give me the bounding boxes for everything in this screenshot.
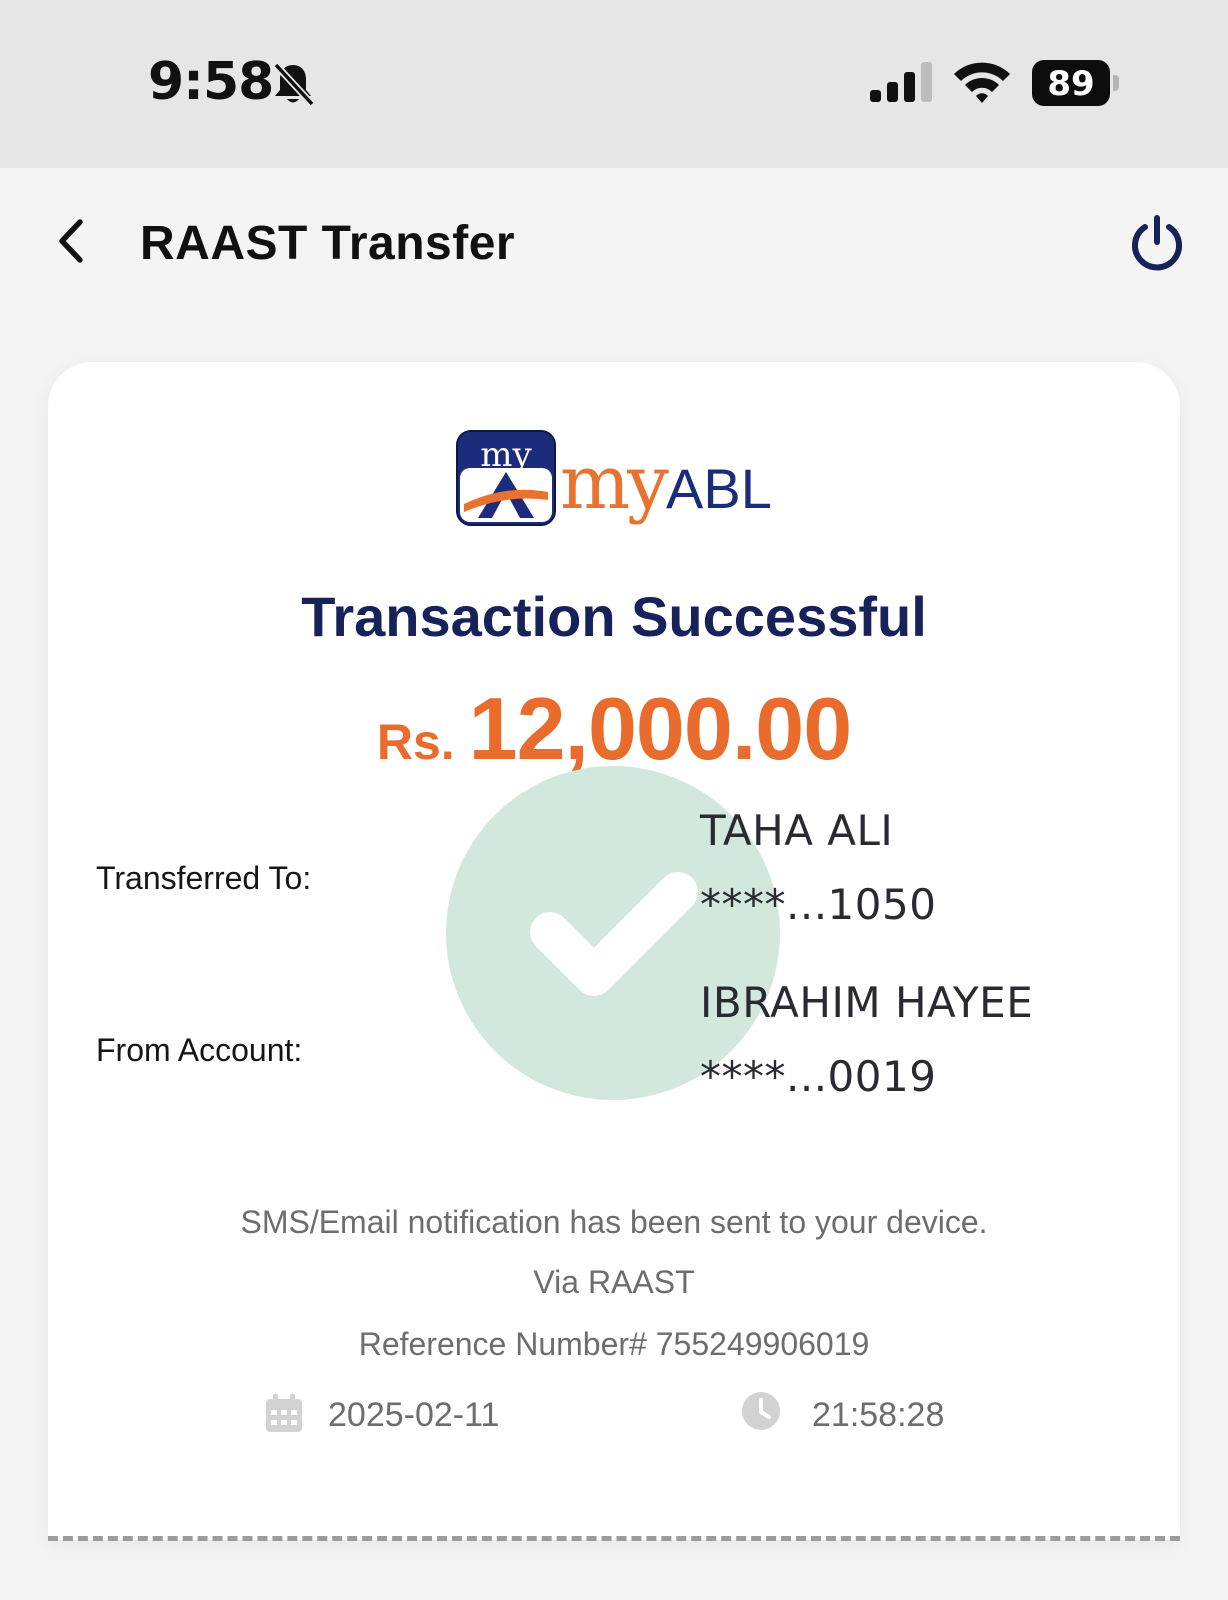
battery-cap [1113, 75, 1119, 91]
receipt-card: my myABL Transaction Successful Rs. 12,00… [48, 362, 1180, 1540]
app-header: RAAST Transfer [0, 168, 1228, 318]
page-title: RAAST Transfer [140, 217, 516, 270]
transferred-to-label: Transferred To: [96, 860, 312, 896]
logo-my: my [560, 440, 669, 526]
power-logout-icon[interactable] [1128, 214, 1186, 272]
reference-number: Reference Number# 755249906019 [358, 1326, 870, 1362]
beneficiary-account: ****...1050 [700, 880, 937, 929]
beneficiary-name: TAHA ALI [700, 806, 894, 855]
amount-currency: Rs. [376, 714, 455, 770]
wifi-icon [954, 62, 1010, 103]
amount: Rs. 12,000.00 [48, 678, 1180, 780]
sender-name: IBRAHIM HAYEE [700, 978, 1034, 1027]
back-chevron-icon[interactable] [52, 216, 92, 266]
receipt-tear-divider [48, 1536, 1180, 1541]
badge-text: my [480, 435, 532, 475]
battery-level: 89 [1047, 64, 1095, 104]
logo-wordmark: myABL [560, 440, 772, 526]
myabl-badge-icon: my [456, 430, 556, 526]
calendar-icon [266, 1394, 302, 1432]
sender-account: ****...0019 [700, 1052, 937, 1101]
transaction-date: 2025-02-11 [328, 1396, 500, 1434]
notification-text: SMS/Email notification has been sent to … [240, 1204, 988, 1240]
transaction-time: 21:58:28 [812, 1396, 945, 1434]
logo-abl: ABL [665, 457, 772, 520]
amount-value: 12,000.00 [468, 679, 852, 778]
from-account-label: From Account: [96, 1032, 303, 1068]
status-title: Transaction Successful [301, 585, 927, 648]
cellular-signal-icon [870, 62, 932, 102]
clock-icon [742, 1392, 780, 1430]
bell-slash-icon [273, 62, 315, 107]
battery-indicator: 89 [1032, 60, 1120, 106]
status-time: 9:58 [148, 52, 274, 112]
myabl-logo: my myABL [456, 426, 776, 538]
channel-text: Via RAAST [533, 1264, 695, 1300]
status-bar: 9:58 89 [0, 0, 1228, 168]
